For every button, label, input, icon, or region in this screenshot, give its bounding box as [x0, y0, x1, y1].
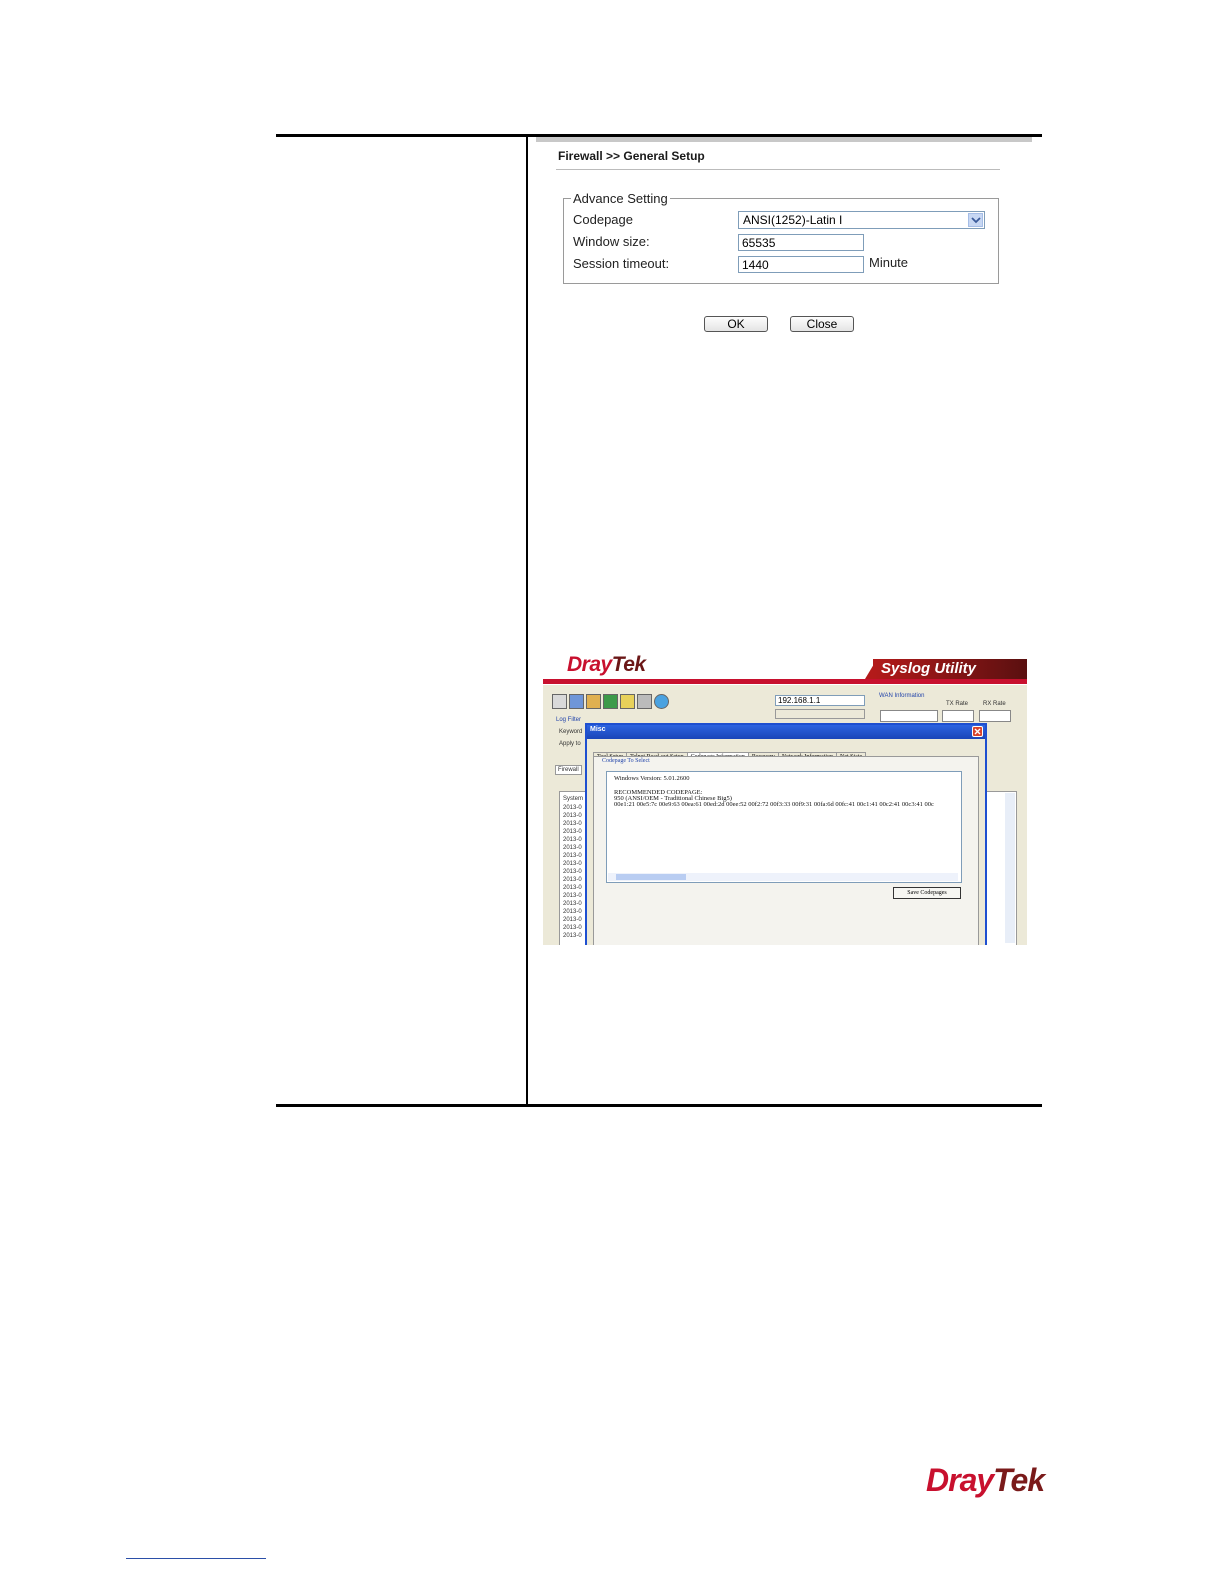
list-item: 2013-0	[563, 925, 582, 931]
rx-rate-field	[979, 710, 1011, 722]
list-item: 2013-0	[563, 877, 582, 883]
rx-rate-label: RX Rate	[983, 701, 1006, 707]
list-item: 2013-0	[563, 893, 582, 899]
log-filter-label: Log Filter	[556, 717, 582, 723]
list-item: 2013-0	[563, 901, 582, 907]
router-ip-select[interactable]: 192.168.1.1	[775, 695, 865, 706]
close-icon[interactable]	[972, 726, 983, 737]
title-divider	[556, 169, 1000, 170]
misc-dialog: Misc Tool SetupTelnet Read-out SetupCode…	[585, 723, 987, 945]
wan-select[interactable]	[880, 710, 938, 722]
apply-label: Apply to	[559, 741, 581, 747]
horizontal-scrollbar[interactable]	[608, 873, 958, 881]
breadcrumb: Firewall >> General Setup	[558, 149, 705, 163]
session-timeout-input[interactable]: 1440	[738, 256, 864, 273]
tools-icon[interactable]	[637, 694, 652, 709]
codepage-pane: Codepage To Select Windows Version: 5.01…	[593, 756, 979, 945]
list-item: 2013-0	[563, 829, 582, 835]
list-item: 2013-0	[563, 805, 582, 811]
save-icon[interactable]	[552, 694, 567, 709]
codepage-select[interactable]: ANSI(1252)-Latin I	[738, 211, 985, 229]
list-item: 2013-0	[563, 813, 582, 819]
list-header: System	[563, 796, 584, 802]
codepage-selected-value: ANSI(1252)-Latin I	[743, 213, 843, 227]
syslog-banner-title: Syslog Utility	[881, 660, 977, 677]
refresh-icon[interactable]	[654, 694, 669, 709]
hex-line-text: 00e1:21 00e5:7c 00e9:63 00ea:61 00ed:2d …	[614, 801, 934, 808]
chevron-down-icon[interactable]	[968, 213, 983, 227]
wan-info-label: WAN Information	[879, 693, 925, 699]
session-timeout-unit: Minute	[869, 255, 909, 270]
draytek-logo: DrayTek	[567, 653, 646, 676]
firewall-general-setup-panel: Firewall >> General Setup Advance Settin…	[536, 137, 1032, 342]
windows-version-text: Windows Version: 5.01.2600	[614, 775, 690, 782]
grid-icon[interactable]	[603, 694, 618, 709]
session-timeout-label: Session timeout:	[573, 256, 670, 271]
list-item: 2013-0	[563, 917, 582, 923]
list-item: 2013-0	[563, 837, 582, 843]
codepage-textarea[interactable]: Windows Version: 5.01.2600 RECOMMENDED C…	[606, 771, 962, 883]
list-item: 2013-0	[563, 885, 582, 891]
window-size-label: Window size:	[573, 234, 650, 249]
tab-firewall[interactable]: Firewall	[555, 765, 582, 775]
tx-rate-field	[942, 710, 974, 722]
scrollbar-thumb[interactable]	[616, 874, 686, 880]
list-scrollbar[interactable]	[1005, 793, 1015, 943]
stack-icon[interactable]	[586, 694, 601, 709]
syslog-toolbar	[552, 694, 671, 714]
table-bottom-rule	[276, 1104, 1042, 1107]
close-button[interactable]: Close	[790, 316, 854, 332]
codepage-legend: Codepage To Select	[602, 758, 650, 764]
ok-button[interactable]: OK	[704, 316, 768, 332]
header-red-line	[543, 679, 1027, 684]
dialog-titlebar: Misc	[587, 725, 985, 739]
advance-setting-fieldset: Advance Setting Codepage ANSI(1252)-Lati…	[563, 191, 999, 284]
save-codepages-button[interactable]: Save Codepages	[893, 887, 961, 899]
footer-link-underline[interactable]	[126, 1558, 266, 1559]
syslog-utility-window: DrayTek Syslog Utility 192.168.1.1 WAN I…	[543, 651, 1027, 945]
window-size-input[interactable]: 65535	[738, 234, 864, 251]
codepage-label: Codepage	[573, 212, 633, 227]
keyword-label: Keyword	[559, 729, 583, 735]
router-field[interactable]	[775, 709, 865, 719]
dialog-title: Misc	[590, 726, 606, 733]
draytek-footer-logo: DrayTek	[926, 1462, 1045, 1498]
panel-top-bar	[536, 137, 1032, 142]
tx-rate-label: TX Rate	[946, 701, 969, 707]
list-item: 2013-0	[563, 861, 582, 867]
list-item: 2013-0	[563, 909, 582, 915]
list-item: 2013-0	[563, 821, 582, 827]
list-icon[interactable]	[569, 694, 584, 709]
table-column-divider	[526, 134, 528, 1105]
fieldset-legend: Advance Setting	[571, 191, 670, 206]
list-item: 2013-0	[563, 933, 582, 939]
list-item: 2013-0	[563, 869, 582, 875]
list-item: 2013-0	[563, 845, 582, 851]
filter-icon[interactable]	[620, 694, 635, 709]
list-item: 2013-0	[563, 853, 582, 859]
